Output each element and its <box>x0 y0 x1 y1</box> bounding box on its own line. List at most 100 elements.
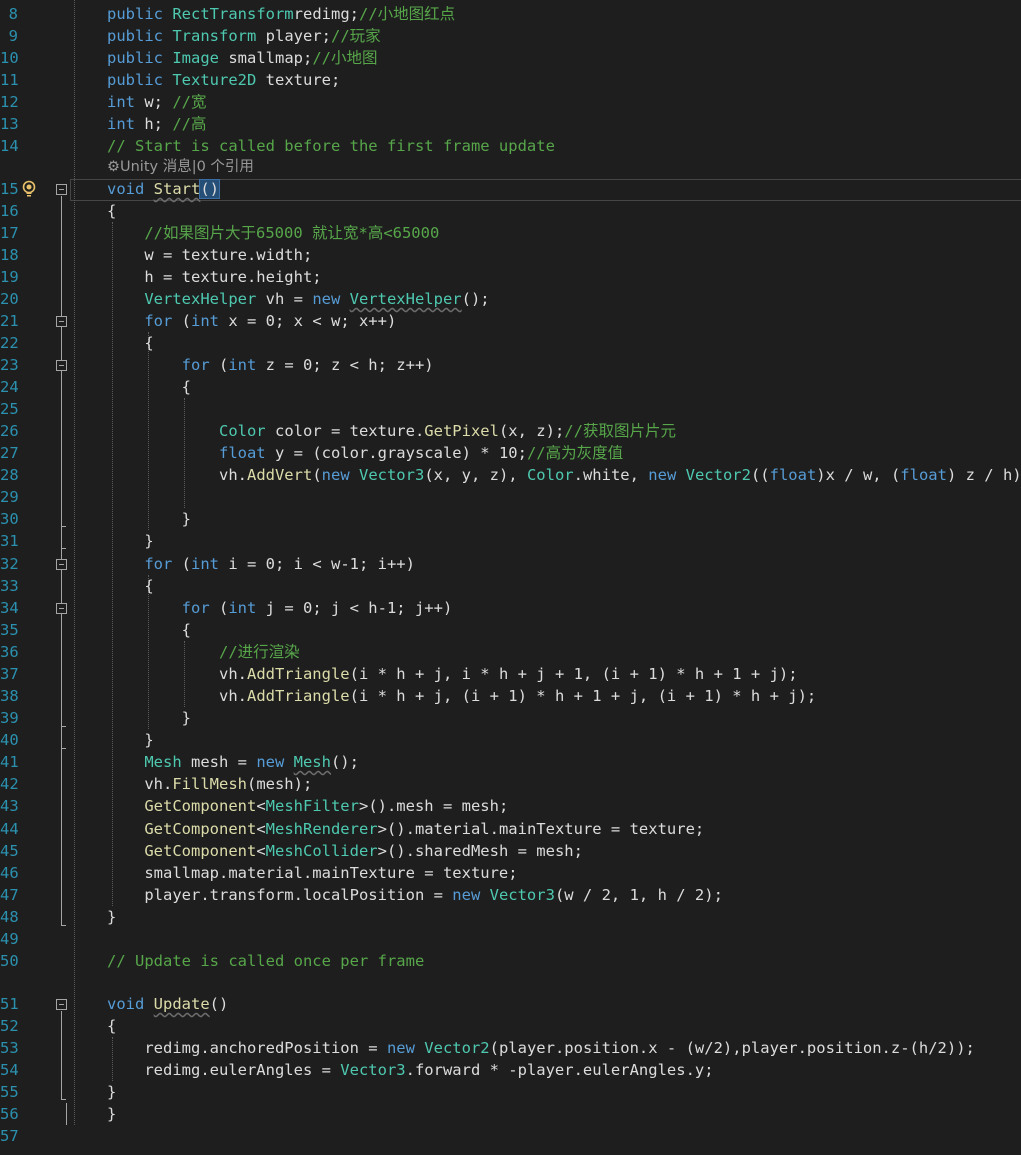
code-text[interactable]: player.transform.localPosition = new Vec… <box>107 884 723 906</box>
code-line[interactable]: 8 public RectTransformredimg;//小地图红点 <box>0 3 1021 25</box>
code-text[interactable]: h = texture.height; <box>107 266 321 288</box>
code-line[interactable]: 28 vh.AddVert(new Vector3(x, y, z), Colo… <box>0 464 1021 486</box>
code-text[interactable]: w = texture.width; <box>107 244 312 266</box>
code-line[interactable]: 31 } <box>0 530 1021 552</box>
code-line[interactable]: 37 vh.AddTriangle(i * h + j, i * h + j +… <box>0 663 1021 685</box>
code-text[interactable]: for (int i = 0; i < w-1; i++) <box>107 553 415 575</box>
collapse-icon[interactable] <box>56 184 67 195</box>
code-line[interactable]: 40 } <box>0 729 1021 751</box>
code-text[interactable]: { <box>107 200 116 222</box>
code-text[interactable]: GetComponent<MeshCollider>().sharedMesh … <box>107 840 583 862</box>
code-text[interactable]: } <box>107 729 153 751</box>
code-line[interactable]: 51 void Update() <box>0 993 1021 1015</box>
code-text[interactable]: } <box>107 1081 116 1103</box>
code-line[interactable]: 33 { <box>0 575 1021 597</box>
collapse-icon[interactable] <box>56 603 67 614</box>
code-text[interactable]: smallmap.material.mainTexture = texture; <box>107 862 517 884</box>
code-line[interactable]: 15 void Start() <box>0 178 1021 200</box>
code-line[interactable]: 12 int w; //宽 <box>0 91 1021 113</box>
collapse-icon[interactable] <box>56 999 67 1010</box>
code-text[interactable]: int h; //高 <box>107 113 207 135</box>
code-line[interactable]: 44 GetComponent<MeshRenderer>().material… <box>0 818 1021 840</box>
code-line[interactable]: 34 for (int j = 0; j < h-1; j++) <box>0 597 1021 619</box>
code-line[interactable]: 16 { <box>0 200 1021 222</box>
collapse-icon[interactable] <box>56 559 67 570</box>
code-line[interactable]: 26 Color color = texture.GetPixel(x, z);… <box>0 420 1021 442</box>
code-line[interactable]: 13 int h; //高 <box>0 113 1021 135</box>
code-text[interactable]: void Update() <box>107 993 228 1015</box>
code-text[interactable]: for (int z = 0; z < h; z++) <box>107 354 434 376</box>
code-text[interactable]: void Start() <box>107 178 220 200</box>
code-line[interactable]: 41 Mesh mesh = new Mesh(); <box>0 751 1021 773</box>
code-line[interactable]: 36 //进行渲染 <box>0 641 1021 663</box>
code-text[interactable]: float y = (color.grayscale) * 10;//高为灰度值 <box>107 442 623 464</box>
code-text[interactable]: //如果图片大于65000 就让宽*高<65000 <box>107 222 439 244</box>
code-line[interactable]: 47 player.transform.localPosition = new … <box>0 884 1021 906</box>
code-line[interactable]: 10 public Image smallmap;//小地图 <box>0 47 1021 69</box>
code-line[interactable]: 45 GetComponent<MeshCollider>().sharedMe… <box>0 840 1021 862</box>
code-line[interactable]: 48} <box>0 906 1021 928</box>
code-line[interactable]: 22 { <box>0 332 1021 354</box>
collapse-icon[interactable] <box>56 316 67 327</box>
code-text[interactable]: GetComponent<MeshFilter>().mesh = mesh; <box>107 795 508 817</box>
code-line[interactable]: 35 { <box>0 619 1021 641</box>
code-line[interactable]: 50 // Update is called once per frame <box>0 950 1021 972</box>
code-line[interactable]: 9 public Transform player;//玩家 <box>0 25 1021 47</box>
code-text[interactable]: for (int x = 0; x < w; x++) <box>107 310 396 332</box>
code-text[interactable]: } <box>107 906 116 928</box>
code-text[interactable]: vh.FillMesh(mesh); <box>107 773 312 795</box>
code-line[interactable]: 30 } <box>0 508 1021 530</box>
collapse-icon[interactable] <box>56 360 67 371</box>
code-text[interactable]: Mesh mesh = new Mesh(); <box>107 751 359 773</box>
code-text[interactable]: // Start is called before the first fram… <box>107 135 555 157</box>
code-text[interactable]: // Update is called once per frame <box>107 950 424 972</box>
code-text[interactable]: Color color = texture.GetPixel(x, z);//获… <box>107 420 676 442</box>
code-line[interactable]: 24 { <box>0 376 1021 398</box>
code-line[interactable]: 19 h = texture.height; <box>0 266 1021 288</box>
code-text[interactable]: for (int j = 0; j < h-1; j++) <box>107 597 453 619</box>
code-line[interactable]: 39 } <box>0 707 1021 729</box>
code-line[interactable]: 32 for (int i = 0; i < w-1; i++) <box>0 553 1021 575</box>
code-text[interactable]: public RectTransformredimg;//小地图红点 <box>107 3 455 25</box>
code-line[interactable]: 27 float y = (color.grayscale) * 10;//高为… <box>0 442 1021 464</box>
code-text[interactable]: public Image smallmap;//小地图 <box>107 47 378 69</box>
code-line[interactable]: 23 for (int z = 0; z < h; z++) <box>0 354 1021 376</box>
code-line[interactable]: 54 redimg.eulerAngles = Vector3.forward … <box>0 1059 1021 1081</box>
code-line[interactable]: 53 redimg.anchoredPosition = new Vector2… <box>0 1037 1021 1059</box>
code-line[interactable]: 20 VertexHelper vh = new VertexHelper(); <box>0 288 1021 310</box>
code-line[interactable]: 42 vh.FillMesh(mesh); <box>0 773 1021 795</box>
code-text[interactable]: redimg.eulerAngles = Vector3.forward * -… <box>107 1059 713 1081</box>
code-line[interactable]: 46 smallmap.material.mainTexture = textu… <box>0 862 1021 884</box>
code-text[interactable]: vh.AddTriangle(i * h + j, i * h + j + 1,… <box>107 663 798 685</box>
code-text[interactable]: int w; //宽 <box>107 91 207 113</box>
code-text[interactable]: } <box>107 508 191 530</box>
code-text[interactable]: VertexHelper vh = new VertexHelper(); <box>107 288 489 310</box>
code-text[interactable]: { <box>107 575 153 597</box>
code-line[interactable]: 14 // Start is called before the first fr… <box>0 135 1021 157</box>
code-line[interactable]: 18 w = texture.width; <box>0 244 1021 266</box>
code-text[interactable]: vh.AddTriangle(i * h + j, (i + 1) * h + … <box>107 685 816 707</box>
code-text[interactable]: GetComponent<MeshRenderer>().material.ma… <box>107 818 704 840</box>
code-text[interactable]: { <box>107 332 153 354</box>
code-text[interactable]: //进行渲染 <box>107 641 300 663</box>
code-line[interactable]: 57 <box>0 1125 1021 1147</box>
code-text[interactable]: } <box>107 530 153 552</box>
code-text[interactable]: } <box>107 707 191 729</box>
code-text[interactable]: } <box>107 1103 116 1125</box>
code-line[interactable]: 56} <box>0 1103 1021 1125</box>
code-text[interactable]: { <box>107 376 191 398</box>
code-text[interactable]: { <box>107 1015 116 1037</box>
code-line[interactable]: 43 GetComponent<MeshFilter>().mesh = mes… <box>0 795 1021 817</box>
code-text[interactable]: { <box>107 619 191 641</box>
code-text[interactable]: redimg.anchoredPosition = new Vector2(pl… <box>107 1037 975 1059</box>
code-text[interactable]: vh.AddVert(new Vector3(x, y, z), Color.w… <box>107 464 1021 486</box>
code-line[interactable]: 21 for (int x = 0; x < w; x++) <box>0 310 1021 332</box>
code-editor[interactable]: ⚙Unity 消息|0 个引用 8 public RectTransformredi… <box>0 0 1021 1155</box>
code-line[interactable]: 11 public Texture2D texture; <box>0 69 1021 91</box>
codelens-references[interactable]: ⚙Unity 消息|0 个引用 <box>107 156 254 178</box>
code-line[interactable]: 17 //如果图片大于65000 就让宽*高<65000 <box>0 222 1021 244</box>
code-line[interactable]: 49 <box>0 928 1021 950</box>
code-line[interactable]: 29 <box>0 486 1021 508</box>
code-line[interactable]: 52 { <box>0 1015 1021 1037</box>
code-text[interactable]: public Texture2D texture; <box>107 69 340 91</box>
